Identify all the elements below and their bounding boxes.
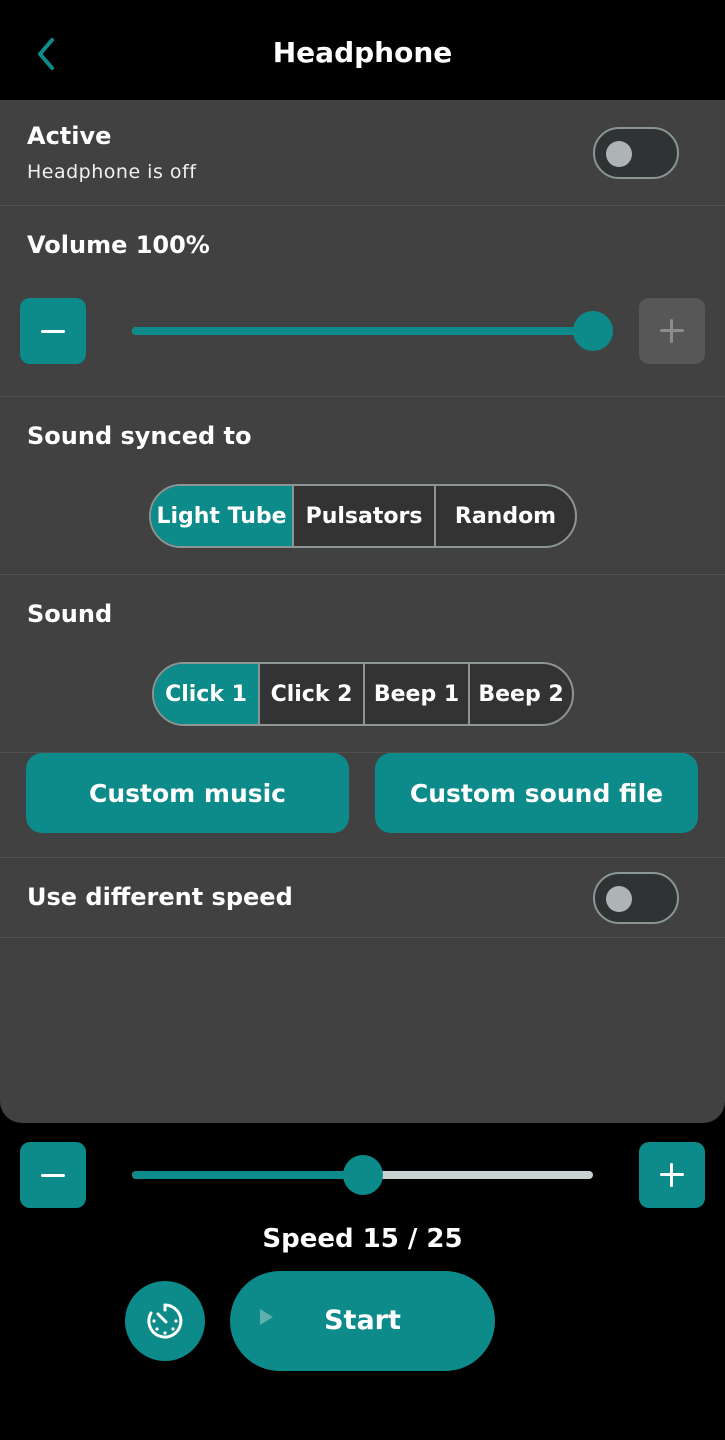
page-title: Headphone xyxy=(272,36,453,69)
custom-sound-file-button[interactable]: Custom sound file xyxy=(375,753,698,833)
volume-slider[interactable] xyxy=(132,311,613,351)
speed-slider[interactable] xyxy=(132,1155,593,1195)
active-toggle[interactable] xyxy=(593,127,679,179)
speed-slider-fill xyxy=(132,1171,363,1179)
volume-slider-thumb[interactable] xyxy=(573,311,613,351)
option-click-1[interactable]: Click 1 xyxy=(154,664,258,724)
divider xyxy=(0,574,725,575)
option-click-2[interactable]: Click 2 xyxy=(258,664,363,724)
settings-panel: Active Headphone is off Volume 100% Soun… xyxy=(0,100,725,1123)
sound-synced-segmented-control: Light Tube Pulsators Random xyxy=(149,484,577,548)
toggle-knob xyxy=(606,141,632,167)
sound-segmented-control: Click 1 Click 2 Beep 1 Beep 2 xyxy=(152,662,574,726)
plus-icon xyxy=(660,1163,684,1187)
sound-synced-label: Sound synced to xyxy=(27,422,252,450)
active-label: Active xyxy=(27,122,112,150)
volume-decrease-button[interactable] xyxy=(20,298,86,364)
sound-label: Sound xyxy=(27,600,113,628)
divider xyxy=(0,857,725,858)
plus-icon xyxy=(660,319,684,343)
speed-increase-button[interactable] xyxy=(639,1142,705,1208)
option-beep-2[interactable]: Beep 2 xyxy=(468,664,572,724)
custom-music-button[interactable]: Custom music xyxy=(26,753,349,833)
timer-icon xyxy=(147,1303,183,1339)
minus-icon xyxy=(41,329,65,333)
speed-decrease-button[interactable] xyxy=(20,1142,86,1208)
different-speed-toggle[interactable] xyxy=(593,872,679,924)
volume-slider-fill xyxy=(132,327,593,335)
volume-increase-button[interactable] xyxy=(639,298,705,364)
speed-label: Speed 15 / 25 xyxy=(262,1224,463,1254)
option-random[interactable]: Random xyxy=(434,486,575,546)
option-light-tube[interactable]: Light Tube xyxy=(151,486,292,546)
speed-slider-thumb[interactable] xyxy=(342,1155,383,1195)
start-button[interactable]: Start xyxy=(230,1271,495,1371)
minus-icon xyxy=(41,1173,65,1177)
different-speed-label: Use different speed xyxy=(27,883,293,911)
divider xyxy=(0,205,725,206)
start-button-label: Start xyxy=(324,1305,401,1336)
active-status: Headphone is off xyxy=(27,161,197,183)
option-pulsators[interactable]: Pulsators xyxy=(292,486,434,546)
divider xyxy=(0,396,725,397)
option-beep-1[interactable]: Beep 1 xyxy=(363,664,468,724)
divider xyxy=(0,937,725,938)
top-bar: Headphone xyxy=(0,0,725,100)
timer-button[interactable] xyxy=(125,1281,205,1361)
toggle-knob xyxy=(606,886,632,912)
volume-label: Volume 100% xyxy=(27,231,210,259)
